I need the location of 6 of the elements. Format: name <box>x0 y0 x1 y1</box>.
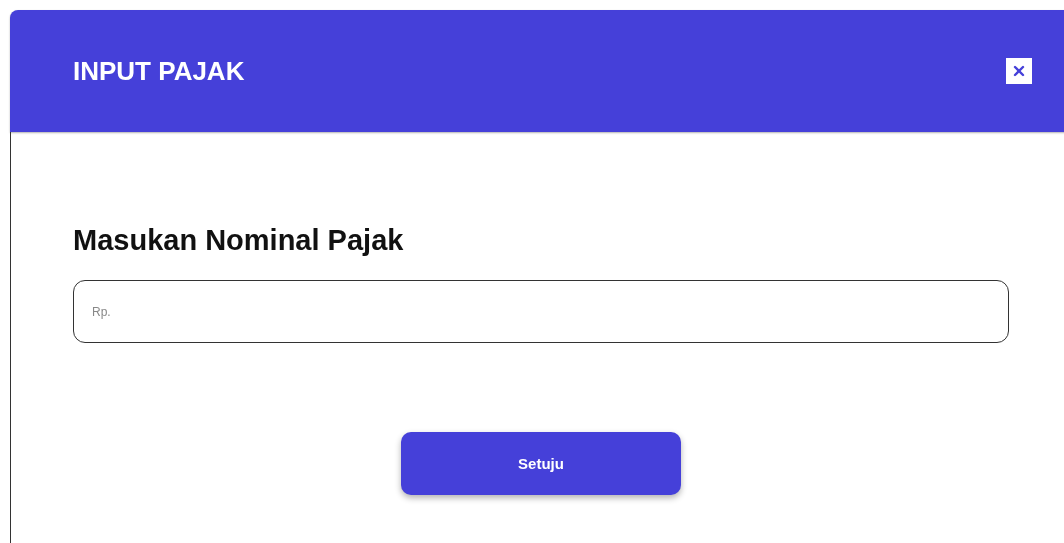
input-field[interactable]: Rp. <box>73 280 1009 343</box>
close-icon <box>1012 64 1026 78</box>
field-heading: Masukan Nominal Pajak <box>73 223 405 258</box>
submit-button[interactable]: Setuju <box>401 432 681 495</box>
close-button[interactable] <box>1006 58 1032 84</box>
dialog-title: INPUT PAJAK <box>73 55 245 87</box>
